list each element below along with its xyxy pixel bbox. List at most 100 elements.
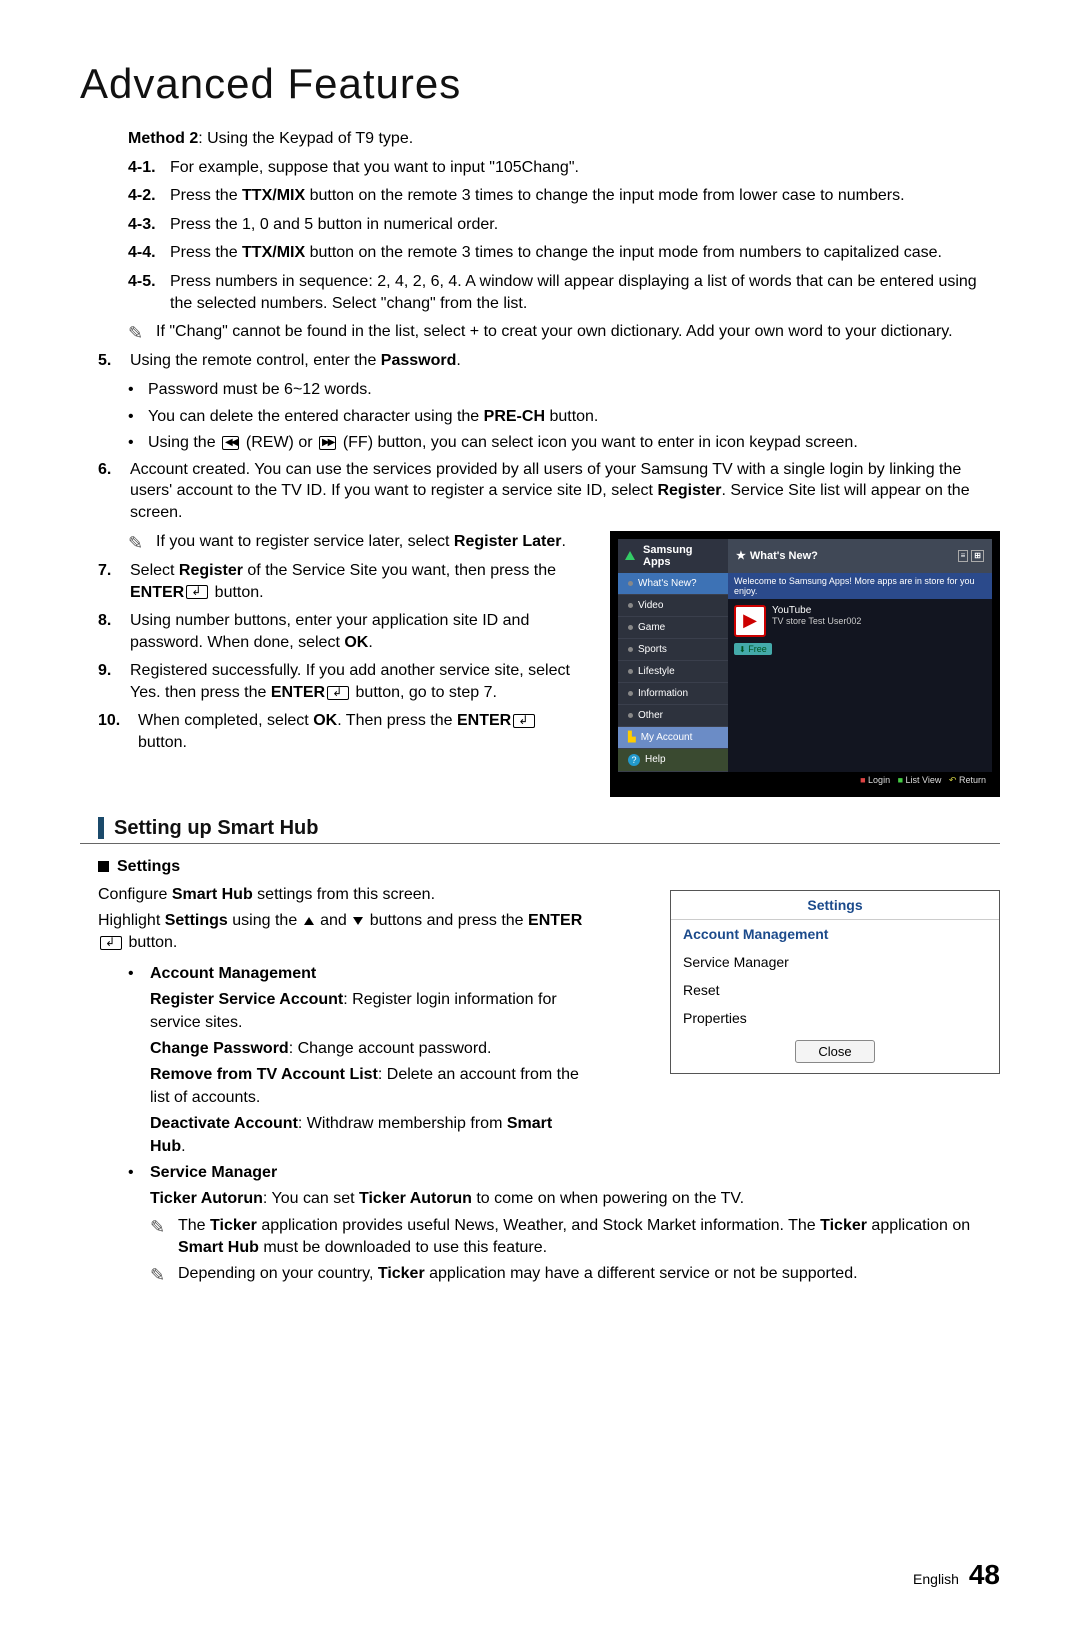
bullet-text: Password must be 6~12 words. [148, 379, 372, 401]
star-icon: ★ [736, 550, 746, 562]
enter-icon [100, 936, 122, 950]
step-9: 9. Registered successfully. If you add a… [98, 660, 590, 703]
step-6: 6. Account created. You can use the serv… [98, 459, 1000, 524]
note-text: If you want to register service later, s… [156, 531, 566, 555]
step-text: Press the TTX/MIX button on the remote 3… [170, 242, 1000, 264]
note-6: ✎ If you want to register service later,… [128, 531, 590, 555]
step-num: 4-2. [128, 185, 170, 207]
sm-note-1: ✎ The Ticker application provides useful… [150, 1215, 1000, 1260]
dialog-item-properties[interactable]: Properties [671, 1004, 999, 1032]
enter-icon [513, 714, 535, 728]
bullet-dot: • [128, 963, 150, 985]
tv-side-item-information[interactable]: Information [618, 683, 728, 705]
step-8: 8. Using number buttons, enter your appl… [98, 610, 590, 653]
step-num: 10. [98, 710, 138, 753]
sm-ticker-autorun: Ticker Autorun: You can set Ticker Autor… [150, 1188, 1000, 1210]
step-num: 4-3. [128, 214, 170, 236]
grid-icon-2: ⊞ [971, 550, 984, 562]
settings-subheading: Settings [98, 858, 1000, 876]
method2-label: Method 2 [128, 130, 198, 147]
square-bullet-icon [98, 861, 109, 872]
grid-icon: ≡ [958, 550, 969, 562]
tv-side-item-sports[interactable]: Sports [618, 639, 728, 661]
samsung-apps-icon [625, 551, 635, 560]
tv-screenshot: Samsung Apps ★What's New? ≡ ⊞ What's New… [610, 531, 1000, 797]
tv-footer: ■ Login ■ List View ↶ Return [618, 772, 992, 789]
step-4-1: 4-1. For example, suppose that you want … [128, 157, 1000, 179]
step-4-5: 4-5. Press numbers in sequence: 2, 4, 2,… [128, 271, 1000, 314]
free-badge: ⬇ Free [734, 643, 772, 655]
tv-main: Welecome to Samsung Apps! More apps are … [728, 573, 992, 772]
settings-dialog: Settings Account Management Service Mana… [670, 890, 1000, 1074]
am-register: Register Service Account: Register login… [150, 989, 590, 1034]
tv-side-item-help[interactable]: ?Help [618, 749, 728, 772]
note-icon: ✎ [128, 531, 156, 555]
highlight-line: Highlight Settings using the and buttons… [98, 910, 590, 955]
method2-desc: : Using the Keypad of T9 type. [198, 130, 413, 147]
tv-sidebar: What's New? Video Game Sports Lifestyle … [618, 573, 728, 772]
step-10: 10. When completed, select OK. Then pres… [98, 710, 590, 753]
footer-lang: English [913, 1571, 959, 1587]
note-icon: ✎ [150, 1215, 178, 1260]
step-num: 7. [98, 560, 130, 603]
step-text: When completed, select OK. Then press th… [138, 710, 590, 753]
am-change-password: Change Password: Change account password… [150, 1038, 590, 1060]
step-num: 4-1. [128, 157, 170, 179]
rew-icon: ◀◀ [222, 436, 239, 450]
bullet-text: Using the ◀◀ (REW) or ▶▶ (FF) button, yo… [148, 432, 858, 454]
am-title: Account Management [150, 965, 316, 982]
heading-bar-icon [98, 817, 104, 839]
step-4-4: 4-4. Press the TTX/MIX button on the rem… [128, 242, 1000, 264]
sm-note-2: ✎ Depending on your country, Ticker appl… [150, 1263, 1000, 1288]
dialog-item-reset[interactable]: Reset [671, 976, 999, 1004]
am-remove: Remove from TV Account List: Delete an a… [150, 1064, 590, 1109]
step-num: 5. [98, 350, 130, 372]
youtube-icon: ▶ [734, 605, 766, 637]
note-text: The Ticker application provides useful N… [178, 1215, 1000, 1260]
step-5: 5. Using the remote control, enter the P… [98, 350, 1000, 372]
config-line: Configure Smart Hub settings from this s… [98, 884, 590, 906]
enter-icon [186, 585, 208, 599]
bullet-dot: • [128, 379, 148, 401]
page-number: 48 [969, 1559, 1000, 1590]
step-text: Press numbers in sequence: 2, 4, 2, 6, 4… [170, 271, 1000, 314]
bullet-account-management: • Account Management [128, 963, 590, 985]
page-title: Advanced Features [80, 60, 1000, 108]
section-heading: Setting up Smart Hub [80, 817, 1000, 844]
step-text: For example, suppose that you want to in… [170, 157, 1000, 179]
step-num: 8. [98, 610, 130, 653]
tv-side-item-lifestyle[interactable]: Lifestyle [618, 661, 728, 683]
down-arrow-icon [353, 917, 363, 925]
ff-icon: ▶▶ [319, 436, 336, 450]
step-num: 4-4. [128, 242, 170, 264]
dialog-close-button[interactable]: Close [795, 1040, 875, 1063]
bullet-5-2: • You can delete the entered character u… [128, 406, 1000, 428]
step-7: 7. Select Register of the Service Site y… [98, 560, 590, 603]
tv-banner: Welecome to Samsung Apps! More apps are … [728, 573, 992, 599]
dialog-item-service[interactable]: Service Manager [671, 948, 999, 976]
tv-app-tile[interactable]: ▶ YouTube TV store Test User002 [728, 599, 992, 643]
bullet-dot: • [128, 406, 148, 428]
dialog-title: Settings [671, 891, 999, 920]
tv-side-item-game[interactable]: Game [618, 617, 728, 639]
sm-title: Service Manager [150, 1164, 277, 1181]
step-num: 9. [98, 660, 130, 703]
note-text: Depending on your country, Ticker applic… [178, 1263, 858, 1288]
dialog-item-account[interactable]: Account Management [671, 920, 999, 948]
step-num: 6. [98, 459, 130, 524]
tv-side-item-whatsnew[interactable]: What's New? [618, 573, 728, 595]
tv-main-header: ★What's New? ≡ ⊞ [728, 539, 992, 573]
tv-side-item-myaccount[interactable]: ▙My Account [618, 727, 728, 749]
bullet-service-manager: • Service Manager [128, 1162, 1000, 1184]
tv-side-item-other[interactable]: Other [618, 705, 728, 727]
note-icon: ✎ [150, 1263, 178, 1288]
bullet-5-3: • Using the ◀◀ (REW) or ▶▶ (FF) button, … [128, 432, 1000, 454]
tv-side-item-video[interactable]: Video [618, 595, 728, 617]
note-icon: ✎ [128, 321, 156, 345]
step-text: Using number buttons, enter your applica… [130, 610, 590, 653]
note-4: ✎ If "Chang" cannot be found in the list… [128, 321, 1000, 345]
up-arrow-icon [304, 917, 314, 925]
step-text: Account created. You can use the service… [130, 459, 1000, 524]
bullet-text: You can delete the entered character usi… [148, 406, 598, 428]
enter-icon [327, 686, 349, 700]
